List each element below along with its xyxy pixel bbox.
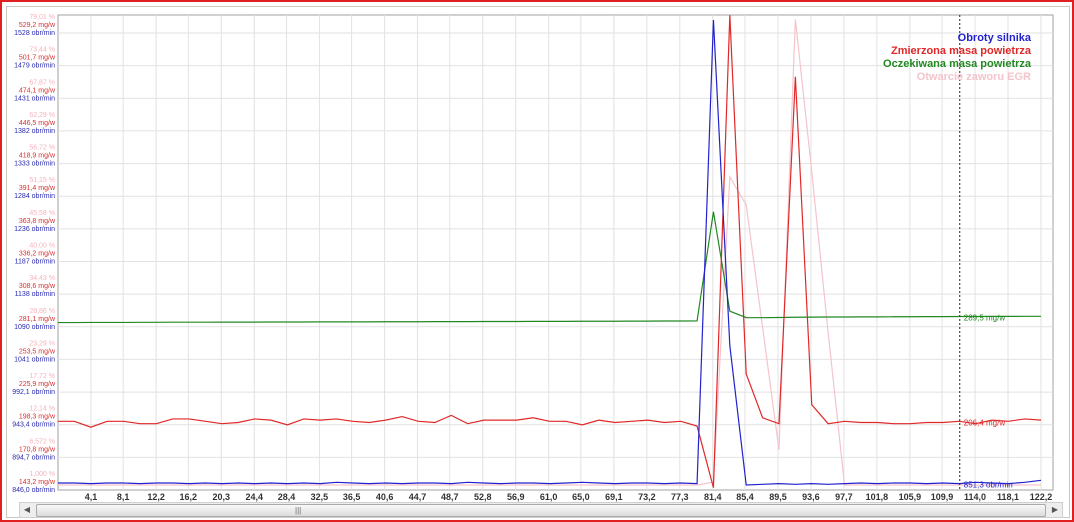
legend-item-expected-air-mass[interactable]: Oczekiwana masa powietrza [883, 58, 1031, 71]
y-axis-label-rpm: 1187 obr/min [15, 259, 55, 266]
x-tick-label: 101,8 [866, 492, 889, 502]
y-axis-label-rpm: 1284 obr/min [14, 193, 55, 200]
y-axis-label-mgw: 363,8 mg/w [19, 218, 56, 225]
y-axis-label-mgw: 446,5 mg/w [19, 120, 56, 127]
x-tick-label: 85,4 [736, 492, 754, 502]
x-tick-label: 20,3 [213, 492, 231, 502]
y-axis-label-mgw: 225,9 mg/w [19, 381, 56, 388]
y-axis-label-pct: 73,44 % [29, 47, 55, 54]
y-axis-label-pct: 56,72 % [29, 145, 55, 152]
x-tick-label: 40,6 [376, 492, 394, 502]
x-tick-label: 122,2 [1030, 492, 1053, 502]
x-tick-label: 24,4 [246, 492, 264, 502]
x-tick-label: 114,0 [964, 492, 986, 502]
x-tick-label: 105,9 [899, 492, 922, 502]
y-axis-label-rpm: 1479 obr/min [14, 63, 55, 70]
y-axis-label-rpm: 894,7 obr/min [12, 454, 55, 461]
y-axis-label-pct: 67,87 % [29, 79, 55, 86]
legend-item-rpm[interactable]: Obroty silnika [883, 32, 1031, 45]
y-axis-label-mgw: 253,5 mg/w [19, 348, 56, 355]
x-tick-label: 77,3 [671, 492, 689, 502]
y-axis-label-rpm: 943,4 obr/min [12, 422, 55, 429]
y-axis-label-rpm: 1431 obr/min [14, 95, 55, 102]
legend: Obroty silnika Zmierzona masa powietrza … [883, 32, 1031, 84]
x-tick-label: 118,1 [997, 492, 1019, 502]
x-tick-label: 97,7 [835, 492, 853, 502]
x-tick-label: 69,1 [605, 492, 623, 502]
y-axis-label-rpm: 992,1 obr/min [12, 389, 55, 396]
x-tick-label: 89,5 [769, 492, 787, 502]
window-frame: 4,1 8,1 12,2 16,2 20,3 24,4 28,4 32,5 36,5 40,6 44… [0, 0, 1074, 522]
cursor-value-label: 851,3 obr/min [964, 481, 1013, 490]
scrollbar-thumb[interactable]: ||| [36, 504, 1046, 517]
y-axis-label-rpm: 1090 obr/min [14, 324, 55, 331]
plot-area [57, 14, 1054, 491]
x-tick-label: 109,9 [931, 492, 954, 502]
y-axis-label-pct: 1,000 % [29, 471, 55, 478]
cursor-value-label: 206,4 mg/w [964, 418, 1006, 427]
scroll-left-icon[interactable]: ◀ [20, 503, 34, 517]
grip-icon: ||| [295, 506, 302, 515]
y-axis-label-mgw: 170,8 mg/w [19, 446, 56, 453]
y-axis-label-pct: 45,58 % [29, 210, 55, 217]
y-axis-label-rpm: 1528 obr/min [14, 30, 55, 37]
y-axis-label-pct: 23,29 % [29, 340, 55, 347]
chart-panel: 4,1 8,1 12,2 16,2 20,3 24,4 28,4 32,5 36,5 40,6 44… [6, 6, 1070, 518]
y-axis-label-rpm: 1382 obr/min [14, 128, 55, 135]
legend-item-egr-opening[interactable]: Otwarcie zaworu EGR [883, 71, 1031, 84]
y-axis-label-mgw: 501,7 mg/w [19, 55, 56, 62]
y-axis-label-pct: 40,00 % [29, 243, 55, 250]
x-tick-label: 12,2 [147, 492, 165, 502]
y-axis-label-mgw: 336,2 mg/w [19, 251, 56, 258]
y-axis-label-mgw: 529,2 mg/w [19, 22, 56, 29]
y-axis-label-mgw: 474,1 mg/w [19, 87, 56, 94]
x-tick-label: 65,0 [572, 492, 590, 502]
x-tick-label: 36,5 [343, 492, 361, 502]
x-tick-label: 16,2 [180, 492, 198, 502]
y-axis-label-pct: 28,86 % [29, 308, 55, 315]
y-axis-label-rpm: 1333 obr/min [14, 161, 55, 168]
y-axis-label-mgw: 308,6 mg/w [19, 283, 56, 290]
y-axis-label-pct: 6,572 % [29, 438, 55, 445]
y-axis-label-rpm: 1236 obr/min [14, 226, 55, 233]
x-tick-label: 32,5 [311, 492, 329, 502]
y-axis-label-mgw: 143,2 mg/w [19, 479, 56, 486]
legend-item-measured-air-mass[interactable]: Zmierzona masa powietrza [883, 45, 1031, 58]
y-axis-label-pct: 12,14 % [29, 406, 55, 413]
y-axis-label-pct: 79,01 % [29, 14, 55, 21]
y-axis-label-mgw: 281,1 mg/w [19, 316, 56, 323]
y-axis-label-rpm: 1041 obr/min [14, 356, 55, 363]
x-tick-label: 93,6 [802, 492, 820, 502]
y-axis-label-pct: 51,15 % [29, 177, 55, 184]
y-axis-label-pct: 17,72 % [29, 373, 55, 380]
x-tick-label: 81,4 [704, 492, 722, 502]
x-tick-label: 48,7 [441, 492, 459, 502]
y-axis-label-rpm: 1138 obr/min [15, 291, 55, 298]
horizontal-scrollbar[interactable]: ◀ ||| ▶ [19, 502, 1063, 518]
x-tick-label: 52,8 [474, 492, 492, 502]
x-tick-label: 8,1 [117, 492, 130, 502]
x-tick-label: 28,4 [278, 492, 296, 502]
y-axis-label-mgw: 391,4 mg/w [19, 185, 56, 192]
y-axis-label-pct: 34,43 % [29, 275, 55, 282]
y-axis-label-pct: 62,29 % [29, 112, 55, 119]
y-axis-label-mgw: 198,3 mg/w [19, 414, 56, 421]
x-tick-label: 61,0 [540, 492, 558, 502]
y-axis-label-mgw: 418,9 mg/w [19, 153, 56, 160]
x-tick-label: 56,9 [507, 492, 525, 502]
y-axis-label-rpm: 846,0 obr/min [12, 487, 55, 494]
cursor-value-label: 289,5 mg/w [964, 314, 1006, 323]
scroll-right-icon[interactable]: ▶ [1048, 503, 1062, 517]
x-tick-label: 73,2 [638, 492, 656, 502]
x-tick-label: 4,1 [85, 492, 98, 502]
x-tick-label: 44,7 [409, 492, 427, 502]
